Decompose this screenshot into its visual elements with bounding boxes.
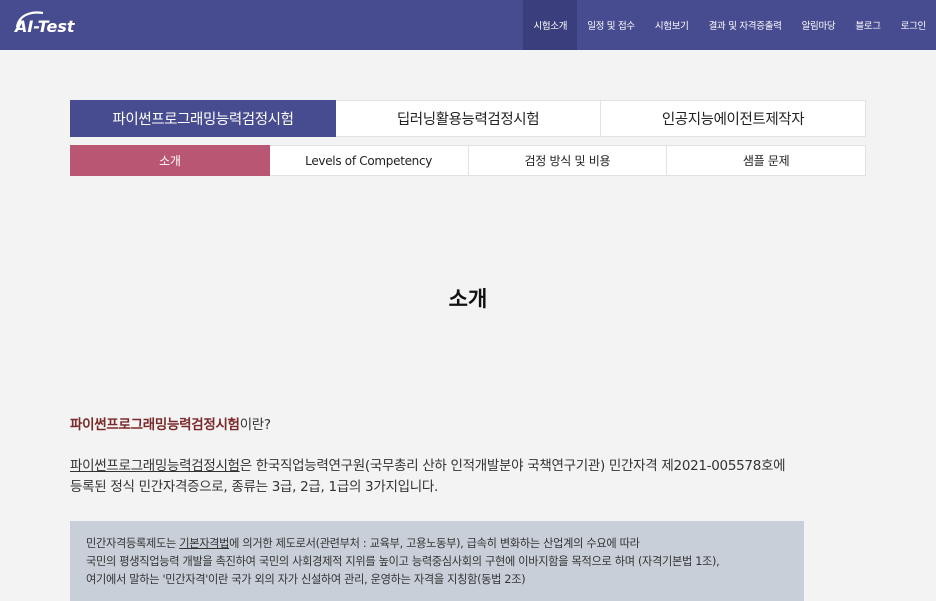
section-heading: 파이썬프로그래밍능력검정시험이란? [70, 413, 271, 433]
basic-qualification-law-link[interactable]: 기본자격법 [179, 537, 229, 550]
exam-name-link[interactable]: 파이썬프로그래밍능력검정시험 [70, 458, 240, 474]
nav-item-take-exam[interactable]: 시험보기 [645, 0, 699, 50]
nav-item-notice[interactable]: 알림마당 [792, 0, 846, 50]
intro-line2: 등록된 정식 민간자격증으로, 종류는 3급, 2급, 1급의 3가지입니다. [70, 479, 438, 495]
notice-line2: 국민의 평생직업능력 개발을 촉진하여 국민의 사회경제적 지위를 높이고 능력… [86, 555, 720, 568]
subtab-sample-questions[interactable]: 샘플 문제 [667, 145, 866, 176]
nav-item-exam-intro[interactable]: 시험소개 [523, 0, 578, 50]
section-heading-rest: 이란? [239, 417, 271, 433]
tab-deep-learning-exam[interactable]: 딥러닝활용능력검정시험 [336, 100, 601, 137]
section-heading-accent: 파이썬프로그래밍능력검정시험 [70, 417, 240, 433]
notice-line1-rest: 에 의거한 제도로서(관련부처 : 교육부, 고용노동부), 급속히 변화하는 … [229, 537, 640, 550]
top-navigation-bar: AI-Test 시험소개 일정 및 접수 시험보기 결과 및 자격증출력 알림마… [0, 0, 936, 50]
subtab-method-cost[interactable]: 검정 방식 및 비용 [468, 145, 668, 176]
main-nav: 시험소개 일정 및 접수 시험보기 결과 및 자격증출력 알림마당 블로그 로그… [523, 0, 936, 50]
page-title: 소개 [448, 287, 488, 311]
exam-tabs: 파이썬프로그래밍능력검정시험 딥러닝활용능력검정시험 인공지능에이전트제작자 [70, 100, 866, 137]
nav-item-schedule[interactable]: 일정 및 접수 [577, 0, 645, 50]
nav-item-login[interactable]: 로그인 [891, 0, 936, 50]
intro-paragraph: 파이썬프로그래밍능력검정시험은 한국직업능력연구원(국무총리 산하 인적개발분야… [70, 456, 870, 498]
subtab-intro[interactable]: 소개 [70, 145, 270, 176]
tab-python-exam[interactable]: 파이썬프로그래밍능력검정시험 [70, 100, 336, 137]
ai-test-logo[interactable]: AI-Test [13, 7, 93, 41]
notice-box: 민간자격등록제도는 기본자격법에 의거한 제도로서(관련부처 : 교육부, 고용… [70, 521, 804, 601]
sub-tabs: 소개 Levels of Competency 검정 방식 및 비용 샘플 문제 [70, 145, 866, 176]
nav-item-results[interactable]: 결과 및 자격증출력 [699, 0, 792, 50]
notice-prefix: 민간자격등록제도는 [86, 537, 180, 550]
subtab-levels[interactable]: Levels of Competency [269, 145, 469, 176]
nav-item-blog[interactable]: 블로그 [845, 0, 890, 50]
notice-line3: 여기에서 말하는 '민간자격'이란 국가 외의 자가 신설하여 관리, 운영하는… [86, 573, 526, 586]
intro-line1-rest: 은 한국직업능력연구원(국무총리 산하 인적개발분야 국책연구기관) 민간자격 … [239, 458, 786, 474]
tab-ai-agent-exam[interactable]: 인공지능에이전트제작자 [601, 100, 866, 137]
svg-text:AI-Test: AI-Test [13, 17, 76, 36]
ai-test-logo-icon: AI-Test [13, 11, 76, 36]
